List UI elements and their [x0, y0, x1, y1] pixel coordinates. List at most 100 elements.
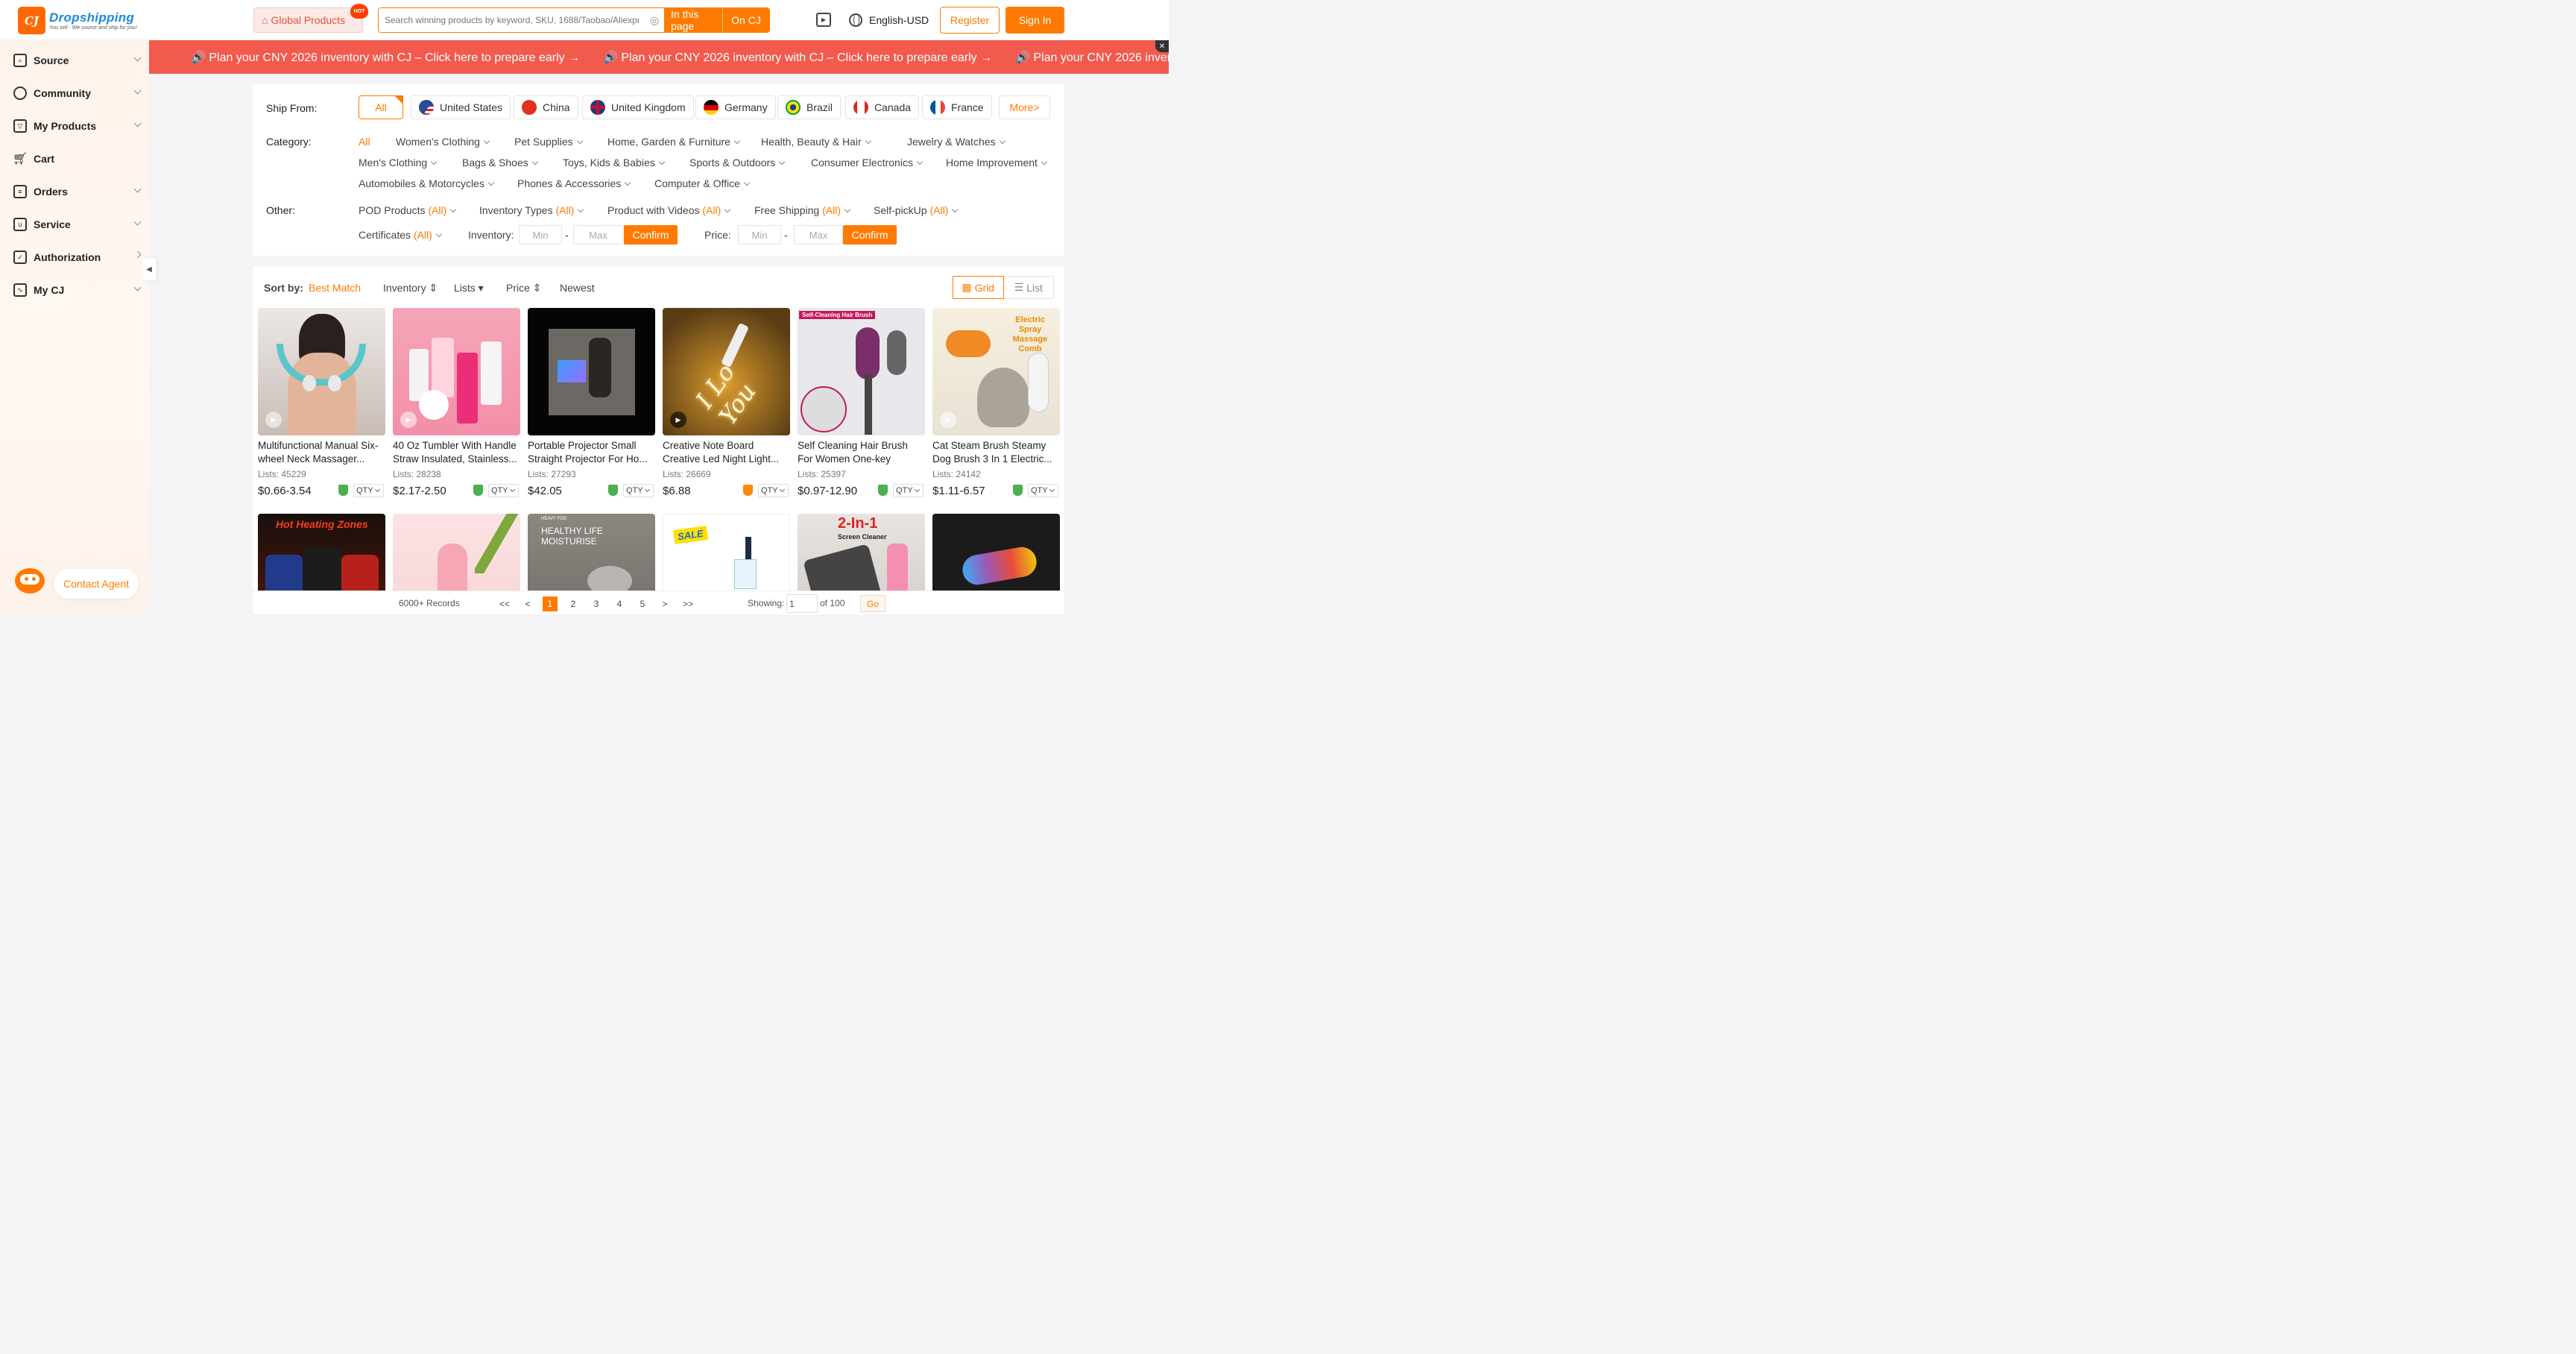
list-view-button[interactable]: ☰ List — [1004, 277, 1054, 298]
product-image[interactable]: I Lo You ▶ — [663, 308, 790, 435]
inventory-confirm-button[interactable]: Confirm — [624, 225, 678, 245]
product-name[interactable]: 40 Oz Tumbler With Handle Straw Insulate… — [393, 439, 520, 466]
product-card[interactable]: ▶ 40 Oz Tumbler With Handle Straw Insula… — [393, 308, 520, 499]
category-all[interactable]: All — [359, 136, 370, 148]
category-item[interactable]: Home, Garden & Furniture — [607, 136, 741, 148]
sidebar-item-service[interactable]: ∪ Service — [0, 208, 149, 241]
qty-dropdown[interactable]: QTY — [1028, 484, 1058, 497]
more-countries-button[interactable]: More> — [999, 95, 1050, 119]
product-name[interactable]: Creative Note Board Creative Led Night L… — [663, 439, 790, 466]
country-brazil[interactable]: Brazil — [777, 95, 842, 119]
page-5-button[interactable]: 5 — [635, 596, 650, 611]
product-name[interactable]: Multifunctional Manual Six-wheel Neck Ma… — [258, 439, 385, 466]
product-image[interactable]: Self-Cleaning Hair Brush — [798, 308, 925, 435]
sidebar-item-cart[interactable]: 🛒︎ Cart — [0, 142, 149, 175]
category-item[interactable]: Sports & Outdoors — [689, 157, 786, 169]
price-max-input[interactable]: Max — [794, 225, 843, 245]
sort-price[interactable]: Price ⇕ — [506, 282, 542, 295]
play-icon[interactable]: ▶ — [670, 412, 686, 428]
register-button[interactable]: Register — [940, 7, 1000, 34]
category-item[interactable]: Health, Beauty & Hair — [761, 136, 871, 148]
country-canada[interactable]: Canada — [845, 95, 920, 119]
price-confirm-button[interactable]: Confirm — [843, 225, 897, 245]
category-item[interactable]: Home Improvement — [946, 157, 1048, 169]
category-item[interactable]: Automobiles & Motorcycles — [359, 177, 495, 189]
product-name[interactable]: Cat Steam Brush Steamy Dog Brush 3 In 1 … — [932, 439, 1060, 466]
cj-logo[interactable]: CJ Dropshipping You sell - We source and… — [18, 7, 137, 34]
inventory-max-input[interactable]: Max — [573, 225, 623, 245]
filter-certificates[interactable]: Certificates (All) — [359, 229, 443, 241]
play-icon[interactable]: ▶ — [400, 412, 417, 428]
product-name[interactable]: Self Cleaning Hair Brush For Women One-k… — [798, 439, 925, 466]
category-item[interactable]: Men's Clothing — [359, 157, 438, 169]
sidebar-item-my-cj[interactable]: ∿ My CJ — [0, 274, 149, 306]
country-france[interactable]: France — [922, 95, 992, 119]
product-card[interactable]: Electric Spray Massage Comb ▶ Cat Steam … — [932, 308, 1060, 499]
country-all[interactable]: All — [359, 95, 403, 119]
grid-view-button[interactable]: ▦ Grid — [953, 276, 1004, 299]
product-image[interactable]: ▶ — [258, 308, 385, 435]
product-image[interactable] — [528, 308, 655, 435]
collapse-sidebar-button[interactable]: ◀ — [142, 258, 157, 280]
sort-newest[interactable]: Newest — [560, 282, 595, 294]
category-item[interactable]: Computer & Office — [654, 177, 751, 189]
search-on-cj-button[interactable]: On CJ — [723, 8, 769, 32]
sidebar-item-my-products[interactable]: ▽ My Products — [0, 110, 149, 142]
last-page-button[interactable]: >> — [681, 596, 695, 611]
page-3-button[interactable]: 3 — [589, 596, 604, 611]
product-image[interactable]: ▶ — [393, 308, 520, 435]
contact-agent-button[interactable]: Contact Agent — [54, 569, 139, 599]
go-button[interactable]: Go — [860, 595, 886, 612]
page-4-button[interactable]: 4 — [612, 596, 627, 611]
country-china[interactable]: China — [514, 95, 578, 119]
sign-in-button[interactable]: Sign In — [1006, 7, 1064, 34]
sidebar-item-community[interactable]: Community — [0, 77, 149, 110]
product-card[interactable]: I Lo You ▶ Creative Note Board Creative … — [663, 308, 790, 499]
prev-page-button[interactable]: < — [520, 596, 535, 611]
sidebar-item-orders[interactable]: ≡ Orders — [0, 175, 149, 208]
contact-agent[interactable]: Contact Agent — [10, 565, 139, 602]
category-item[interactable]: Bags & Shoes — [462, 157, 538, 169]
category-item[interactable]: Toys, Kids & Babies — [563, 157, 665, 169]
first-page-button[interactable]: << — [497, 596, 512, 611]
page-1-button[interactable]: 1 — [543, 596, 558, 611]
close-icon[interactable]: ✕ — [1155, 40, 1169, 52]
product-card[interactable]: Self-Cleaning Hair Brush Self Cleaning H… — [798, 308, 925, 499]
qty-dropdown[interactable]: QTY — [758, 484, 789, 497]
filter-self-pickup[interactable]: Self-pickUp (All) — [874, 204, 959, 216]
video-icon[interactable]: ▶ — [816, 13, 831, 27]
filter-pod-products[interactable]: POD Products (All) — [359, 204, 457, 216]
country-germany[interactable]: Germany — [695, 95, 776, 119]
category-item[interactable]: Phones & Accessories — [517, 177, 631, 189]
inventory-min-input[interactable]: Min — [519, 225, 562, 245]
qty-dropdown[interactable]: QTY — [488, 484, 519, 497]
page-number-input[interactable]: 1 — [786, 594, 818, 613]
camera-icon[interactable]: ◎ — [645, 8, 664, 32]
category-item[interactable]: Jewelry & Watches — [907, 136, 1006, 148]
sidebar-item-authorization[interactable]: ✓ Authorization — [0, 241, 149, 274]
search-input[interactable] — [379, 8, 645, 32]
search-in-page-button[interactable]: In this page — [664, 8, 723, 32]
product-card[interactable]: ▶ Multifunctional Manual Six-wheel Neck … — [258, 308, 385, 499]
sort-inventory[interactable]: Inventory ⇕ — [383, 282, 438, 295]
price-min-input[interactable]: Min — [738, 225, 781, 245]
qty-dropdown[interactable]: QTY — [893, 484, 924, 497]
promo-banner[interactable]: 🔊 Plan your CNY 2026 inventory with CJ –… — [149, 40, 1169, 74]
country-united-states[interactable]: United States — [411, 95, 511, 119]
product-image[interactable]: Electric Spray Massage Comb ▶ — [932, 308, 1060, 435]
page-2-button[interactable]: 2 — [566, 596, 581, 611]
country-united-kingdom[interactable]: United Kingdom — [582, 95, 694, 119]
qty-dropdown[interactable]: QTY — [353, 484, 384, 497]
product-card[interactable]: Portable Projector Small Straight Projec… — [528, 308, 655, 499]
global-products-button[interactable]: ⌂ Global Products HOT — [253, 4, 368, 33]
filter-free-shipping[interactable]: Free Shipping (All) — [754, 204, 851, 216]
language-selector[interactable]: English-USD — [849, 13, 929, 27]
category-item[interactable]: Consumer Electronics — [811, 157, 924, 169]
qty-dropdown[interactable]: QTY — [623, 484, 654, 497]
sort-lists[interactable]: Lists ▾ — [454, 282, 484, 295]
play-icon[interactable]: ▶ — [940, 412, 956, 428]
next-page-button[interactable]: > — [657, 596, 672, 611]
sidebar-item-source[interactable]: ⌕ Source — [0, 44, 149, 77]
filter-inventory-types[interactable]: Inventory Types (All) — [479, 204, 584, 216]
sort-best-match[interactable]: Best Match — [309, 282, 361, 294]
